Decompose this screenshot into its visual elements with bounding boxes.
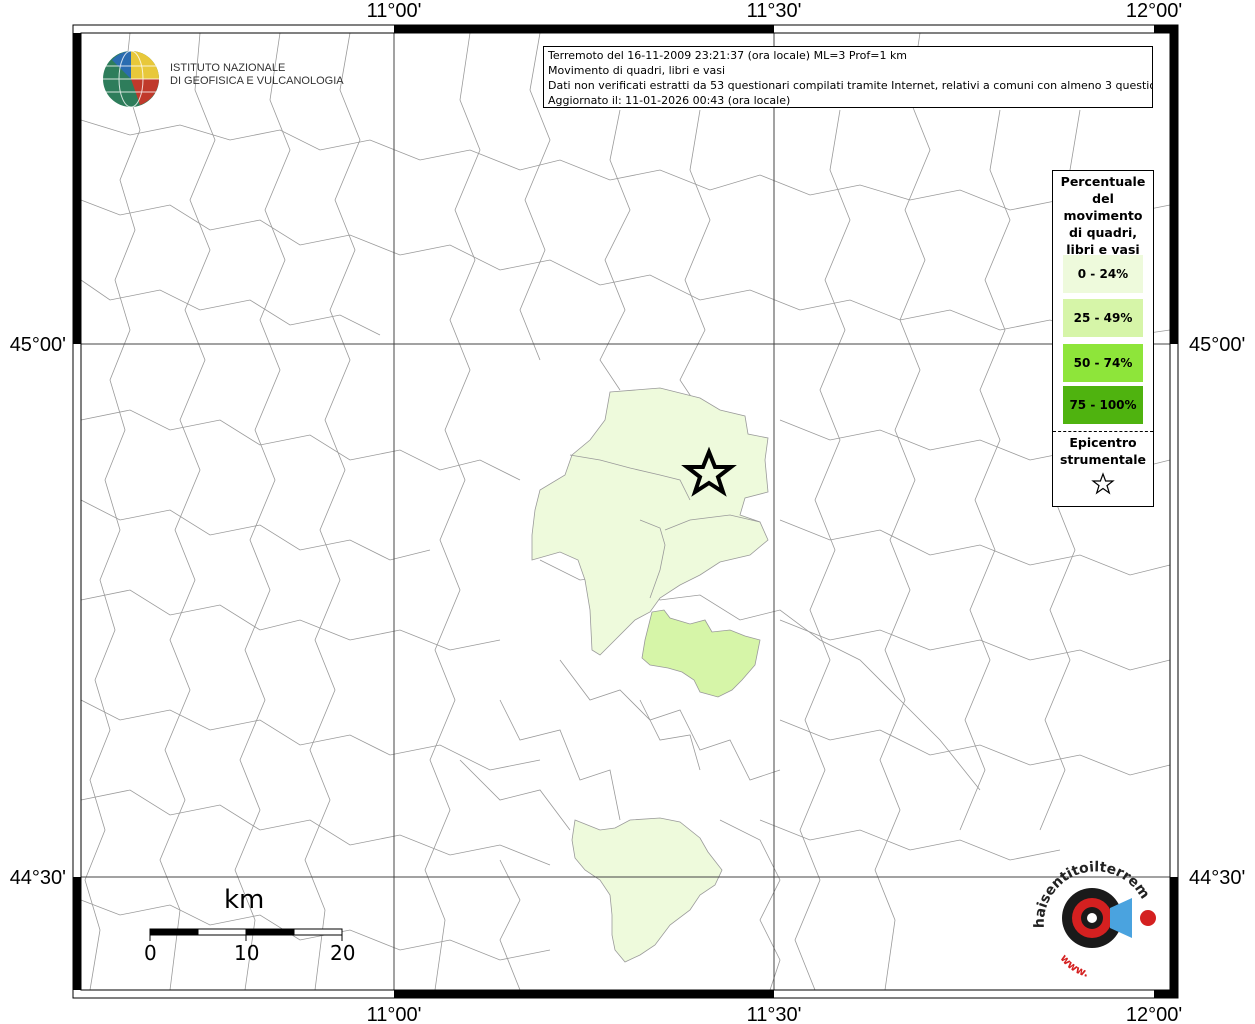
event-title: Terremoto del 16-11-2009 23:21:37 (ora l… — [548, 49, 908, 62]
scale-bar: km 0 10 20 — [140, 885, 370, 975]
ingv-name-line2: DI GEOFISICA E VULCANOLOGIA — [170, 75, 344, 87]
ingv-name-line1: ISTITUTO NAZIONALE — [170, 62, 286, 74]
scale-tick-20: 20 — [330, 941, 356, 965]
legend-class-2: 50 - 74% — [1063, 344, 1143, 382]
lat-label-right-2: 44°30' — [1189, 867, 1245, 889]
lon-label-bottom-2: 11°30' — [747, 1004, 802, 1024]
legend-epicenter-line: strumentale — [1059, 452, 1147, 467]
lon-label-top-2: 11°30' — [747, 0, 802, 22]
legend-title-line: Percentuale — [1060, 174, 1146, 189]
legend-class-3: 75 - 100% — [1063, 386, 1143, 424]
lon-label-bottom-3: 12°00' — [1126, 1004, 1182, 1024]
lat-label-left-2: 44°30' — [10, 867, 66, 889]
legend-title-line: di quadri, — [1068, 225, 1137, 240]
globe-icon — [103, 50, 159, 108]
lat-label-left-1: 45°00' — [10, 334, 66, 356]
event-subject: Movimento di quadri, libri e vasi — [548, 64, 726, 77]
legend: Percentuale del movimento di quadri, lib… — [1052, 170, 1154, 507]
scale-unit: km — [224, 885, 265, 915]
haisentito-logo: haisentitoilterremoto.it www. — [1025, 846, 1170, 980]
star-icon — [1091, 472, 1115, 495]
svg-text:www.: www. — [1057, 952, 1090, 978]
legend-epicenter-line: Epicentro — [1069, 435, 1137, 450]
legend-class-0: 0 - 24% — [1063, 255, 1143, 293]
legend-class-1: 25 - 49% — [1063, 299, 1143, 337]
lon-label-top-3: 12°00' — [1126, 0, 1182, 22]
scale-tick-0: 0 — [144, 941, 157, 965]
legend-divider — [1053, 431, 1153, 432]
event-data-note: Dati non verificati estratti da 53 quest… — [548, 79, 1153, 92]
scale-tick-10: 10 — [234, 941, 260, 965]
legend-title-line: movimento — [1063, 208, 1143, 223]
legend-title-line: del — [1092, 191, 1114, 206]
event-updated: Aggiornato il: 11-01-2026 00:43 (ora loc… — [548, 94, 791, 107]
lon-label-bottom-1: 11°00' — [367, 1004, 422, 1024]
ingv-logo: ISTITUTO NAZIONALE DI GEOFISICA E VULCAN… — [100, 48, 344, 110]
lat-label-right-1: 45°00' — [1189, 334, 1245, 356]
legend-epicenter-label: Epicentro strumentale — [1053, 434, 1153, 468]
event-info-box: Terremoto del 16-11-2009 23:21:37 (ora l… — [543, 46, 1153, 108]
legend-title: Percentuale del movimento di quadri, lib… — [1053, 173, 1153, 258]
lon-label-top-1: 11°00' — [367, 0, 422, 22]
haisentito-www-text: www. — [1057, 952, 1090, 980]
